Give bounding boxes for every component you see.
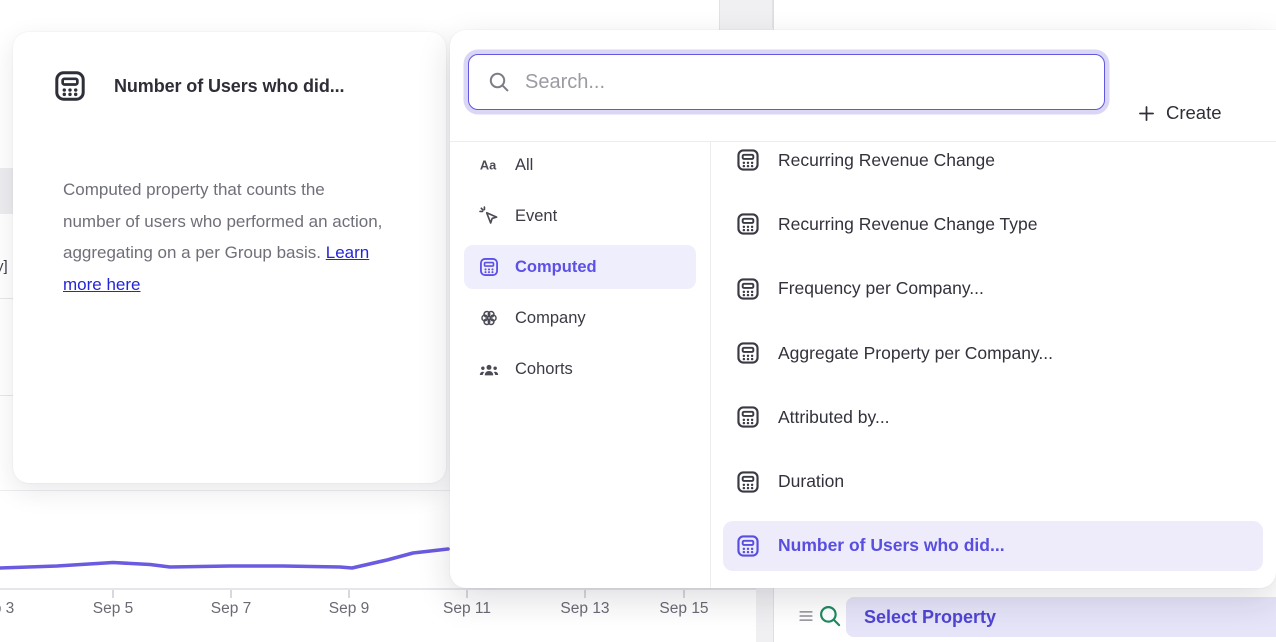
tooltip-description: Computed property that counts the number… [63, 174, 428, 300]
x-axis-label: Sep 15 [659, 600, 708, 618]
clipped-control-fragment [0, 168, 13, 214]
app-window: y] Sep 3 Sep 5 Sep 7 [0, 0, 1276, 642]
property-result-label: Frequency per Company... [778, 278, 984, 299]
category-icon [478, 154, 500, 176]
x-axis-label: Sep 5 [93, 600, 134, 618]
property-result-inner[interactable]: Frequency per Company... [723, 264, 1263, 314]
property-result-item[interactable]: Number of Users who did... [710, 514, 1276, 578]
plus-icon [1136, 103, 1157, 124]
category-icon [478, 307, 500, 329]
category-item[interactable]: Cohorts [464, 347, 696, 391]
line-series [0, 549, 448, 568]
x-axis-label: Sep 7 [211, 600, 252, 618]
property-search-icon[interactable] [817, 603, 843, 629]
search-input[interactable] [525, 71, 1104, 94]
property-result-label: Attributed by... [778, 407, 890, 428]
property-result-inner[interactable]: Recurring Revenue Change [723, 135, 1263, 185]
property-result-inner[interactable]: Aggregate Property per Company... [723, 328, 1263, 378]
property-result-inner[interactable]: Attributed by... [723, 392, 1263, 442]
property-result-label: Recurring Revenue Change Type [778, 214, 1037, 235]
calculator-icon [735, 340, 761, 366]
property-result-inner[interactable]: Number of Users who did... [723, 521, 1263, 571]
tooltip-description-line: Computed property that counts the [63, 174, 428, 206]
x-axis-tick [584, 590, 586, 598]
section-divider [0, 490, 450, 491]
property-result-item[interactable]: Recurring Revenue Change Type [710, 192, 1276, 256]
category-item[interactable]: Event [464, 194, 696, 238]
tooltip-description-line: aggregating on a per Group basis. Learn [63, 237, 428, 269]
search-icon [487, 70, 511, 94]
row-divider [0, 395, 13, 396]
background-header-card [0, 0, 720, 30]
x-axis-label: Sep 11 [443, 600, 491, 618]
x-axis-label: Sep 13 [560, 600, 609, 618]
category-icon [478, 205, 500, 227]
property-result-inner[interactable]: Recurring Revenue Change Type [723, 199, 1263, 249]
tooltip-description-line: more here [63, 269, 428, 301]
tooltip-title: Number of Users who did... [114, 76, 344, 97]
property-result-item[interactable]: Frequency per Company... [710, 257, 1276, 321]
calculator-icon [735, 147, 761, 173]
property-result-label: Recurring Revenue Change [778, 150, 995, 171]
category-label: Computed [515, 258, 597, 277]
x-axis-tick [112, 590, 114, 598]
calculator-icon [735, 533, 761, 559]
create-button-label: Create [1166, 102, 1222, 124]
x-axis-tick [466, 590, 468, 598]
tooltip-header: Number of Users who did... [13, 32, 446, 104]
property-result-label: Duration [778, 471, 844, 492]
select-property-label: Select Property [864, 607, 996, 628]
create-button[interactable]: Create [1136, 96, 1222, 130]
category-list: All Event Computed [450, 141, 710, 588]
learn-more-link[interactable]: Learn [326, 243, 369, 262]
category-label: Company [515, 309, 586, 328]
category-icon [478, 256, 500, 278]
x-axis-label: Sep 3 [0, 600, 14, 618]
calculator-icon [735, 404, 761, 430]
line-chart [0, 540, 460, 588]
tooltip-description-line: number of users who performed an action, [63, 206, 428, 238]
property-result-label: Aggregate Property per Company... [778, 343, 1053, 364]
x-axis: Sep 3 Sep 5 Sep 7 Sep 9 [0, 588, 756, 642]
category-label: All [515, 156, 533, 175]
x-axis-tick [348, 590, 350, 598]
property-result-item[interactable]: Attributed by... [710, 385, 1276, 449]
select-property-button[interactable]: Select Property [846, 597, 1276, 637]
property-results-list: Recurring Revenue Change Recurring Reven… [710, 128, 1276, 588]
x-axis-tick [230, 590, 232, 598]
calculator-icon [735, 211, 761, 237]
category-label: Event [515, 207, 557, 226]
category-item[interactable]: All [464, 143, 696, 187]
category-icon [478, 358, 500, 380]
property-result-item[interactable]: Aggregate Property per Company... [710, 321, 1276, 385]
x-axis-label: Sep 9 [329, 600, 370, 618]
category-item[interactable]: Computed [464, 245, 696, 289]
property-picker-dropdown: Create All Event [450, 30, 1276, 588]
category-label: Cohorts [515, 360, 573, 379]
property-result-item[interactable]: Duration [710, 449, 1276, 513]
category-item[interactable]: Company [464, 296, 696, 340]
property-result-item[interactable]: Recurring Revenue Change [710, 128, 1276, 192]
drag-handle-icon[interactable] [796, 606, 816, 626]
row-divider [0, 298, 13, 299]
clipped-text-fragment: y] [0, 258, 8, 275]
calculator-icon [52, 68, 88, 104]
property-result-inner[interactable]: Duration [723, 457, 1263, 507]
calculator-icon [735, 469, 761, 495]
property-result-label: Number of Users who did... [778, 535, 1005, 556]
learn-more-link[interactable]: more here [63, 275, 140, 294]
property-tooltip: Number of Users who did... Computed prop… [13, 32, 446, 483]
x-axis-tick [683, 590, 685, 598]
calculator-icon [735, 276, 761, 302]
search-box[interactable] [468, 54, 1105, 110]
